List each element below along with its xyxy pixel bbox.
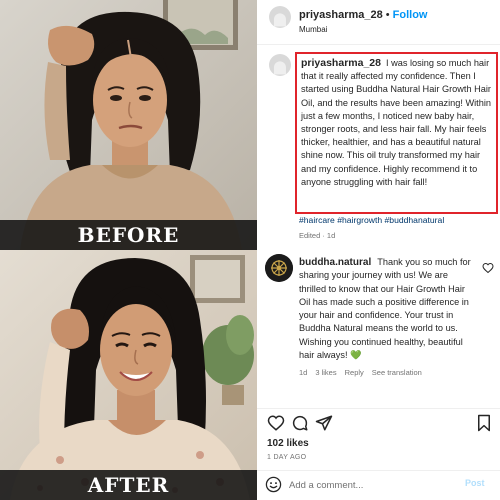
heart-icon[interactable]	[267, 414, 285, 432]
user-avatar-icon[interactable]	[269, 6, 291, 28]
after-photo: AFTER	[0, 250, 257, 500]
comment-like-heart-icon[interactable]	[482, 261, 494, 274]
before-label: BEFORE	[0, 220, 257, 250]
add-comment-bar: Post	[257, 471, 500, 500]
actions-divider	[257, 408, 500, 409]
after-label: AFTER	[0, 470, 257, 500]
post-header: priyasharma_28 • Follow Mumbai	[257, 0, 500, 45]
paper-plane-icon[interactable]	[315, 414, 333, 432]
caption-hashtags[interactable]: #haircare #hairgrowth #buddhanatural	[299, 215, 444, 225]
reply-comment-text: Thank you so much for sharing your journ…	[299, 257, 471, 361]
caption-text: I was losing so much hair that it really…	[301, 58, 491, 187]
after-portrait-illustration	[0, 250, 257, 500]
reply-button[interactable]: Reply	[345, 368, 364, 377]
header-divider	[257, 44, 500, 45]
add-comment-input[interactable]	[289, 477, 459, 493]
header-user-line: priyasharma_28 • Follow	[299, 9, 427, 21]
smiley-icon[interactable]	[265, 476, 282, 493]
brand-avatar-icon[interactable]	[265, 254, 293, 282]
caption-highlight-box: priyasharma_28 I was losing so much hair …	[295, 52, 498, 214]
post-comment-button[interactable]: Post	[465, 478, 485, 488]
header-username-link[interactable]: priyasharma_28	[299, 9, 383, 21]
see-translation-link[interactable]: See translation	[372, 368, 422, 377]
post-likes-count[interactable]: 102 likes	[267, 438, 309, 449]
reply-comment: buddha.natural Thank you so much for shar…	[299, 256, 477, 362]
before-photo: BEFORE	[0, 0, 257, 250]
caption-username-link[interactable]: priyasharma_28	[301, 57, 381, 69]
instagram-post-panel: priyasharma_28 • Follow Mumbai priyasharma…	[257, 0, 500, 500]
comment-bubble-icon[interactable]	[291, 414, 309, 432]
post-action-bar	[257, 414, 500, 436]
caption-edited-meta: Edited · 1d	[299, 231, 336, 240]
reply-meta: 1d 3 likes Reply See translation	[299, 368, 430, 377]
before-after-image: BEFORE AFTER	[0, 0, 257, 500]
reply-age: 1d	[299, 368, 308, 377]
bookmark-icon[interactable]	[475, 414, 493, 432]
reply-likes-count[interactable]: 3 likes	[315, 368, 336, 377]
location-link[interactable]: Mumbai	[299, 25, 327, 34]
reply-username-link[interactable]: buddha.natural	[299, 257, 371, 268]
follow-button[interactable]: Follow	[393, 9, 428, 21]
before-portrait-illustration	[0, 0, 257, 250]
caption-avatar-icon[interactable]	[269, 54, 291, 76]
post-timestamp: 1 DAY AGO	[267, 454, 307, 461]
brand-logo-mark	[265, 254, 293, 282]
header-separator: •	[385, 9, 390, 21]
